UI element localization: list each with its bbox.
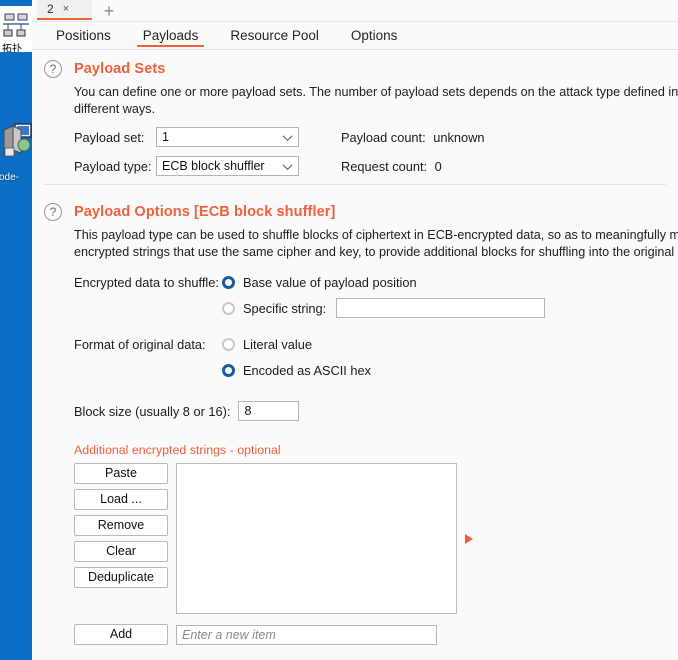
add-button[interactable]: Add [74, 624, 168, 645]
tab-options[interactable]: Options [335, 22, 414, 49]
payload-type-dropdown[interactable]: ECB block shuffler [156, 156, 299, 176]
payload-options-title: Payload Options [ECB block shuffler] [74, 204, 336, 220]
tab-payloads[interactable]: Payloads [127, 22, 215, 49]
payload-options-section: ? Payload Options [ECB block shuffler] T… [32, 193, 678, 653]
payload-type-row: Payload type: ECB block shuffler Request… [74, 156, 678, 176]
payload-sets-title: Payload Sets [74, 61, 166, 77]
payload-set-row: Payload set: 1 Payload count: unknown [74, 127, 678, 147]
tab-resource-pool[interactable]: Resource Pool [214, 22, 335, 49]
payload-sets-header: ? Payload Sets [32, 60, 678, 78]
radio-base-value-label: Base value of payload position [243, 274, 417, 290]
additional-strings-body: Paste Load ... Remove Clear Deduplicate [74, 463, 678, 614]
radio-literal-value[interactable] [222, 337, 235, 351]
block-size-row: Block size (usually 8 or 16): [74, 401, 678, 421]
additional-strings-buttons: Paste Load ... Remove Clear Deduplicate [74, 463, 168, 593]
add-item-input[interactable] [176, 624, 437, 645]
payload-sets-body: You can define one or more payload sets.… [32, 84, 678, 176]
tab-resource-pool-label: Resource Pool [230, 28, 319, 43]
expand-arrow-container [465, 463, 473, 614]
deduplicate-button[interactable]: Deduplicate [74, 567, 168, 588]
payload-set-dropdown[interactable]: 1 [156, 127, 299, 147]
add-item-row: Add [74, 624, 678, 645]
remove-button[interactable]: Remove [74, 515, 168, 536]
radio-ascii-hex-label: Encoded as ASCII hex [243, 362, 372, 378]
tab-positions[interactable]: Positions [40, 22, 127, 49]
help-icon[interactable]: ? [44, 60, 62, 78]
help-icon[interactable]: ? [44, 203, 62, 221]
payload-count-value: unknown [433, 129, 485, 145]
payload-type-label: Payload type: [74, 158, 152, 174]
radio-specific-string[interactable] [222, 301, 235, 315]
radio-specific-string-label: Specific string: [243, 300, 327, 316]
new-tab-button[interactable]: + [98, 1, 120, 20]
payload-options-body: This payload type can be used to shuffle… [32, 227, 678, 645]
specific-string-input[interactable] [336, 298, 546, 318]
radio-base-value[interactable] [222, 275, 235, 289]
application-window: 2 × + Positions Payloads Resource Pool O… [32, 0, 678, 660]
additional-strings-title: Additional encrypted strings - optional [74, 443, 281, 457]
radio-ascii-hex[interactable] [222, 363, 235, 377]
payload-sets-section: ? Payload Sets You can define one or mor… [32, 50, 678, 193]
desktop-icon-network-label: 拓扑 [2, 44, 22, 52]
close-icon[interactable]: × [63, 3, 69, 15]
encrypted-data-row-specific: Specific string: [74, 297, 678, 319]
block-size-label: Block size (usually 8 or 16): [74, 403, 231, 419]
desktop-icon-code[interactable]: ode- [0, 120, 32, 190]
request-count-value: 0 [434, 158, 442, 174]
request-count: Request count: 0 [341, 159, 442, 174]
desktop-background: 拓扑 ode- [0, 0, 32, 660]
clear-button[interactable]: Clear [74, 541, 168, 562]
block-size-input[interactable] [238, 401, 300, 421]
payload-options-description-line1: This payload type can be used to shuffle… [74, 228, 678, 242]
attack-tab-2[interactable]: 2 × [37, 0, 92, 20]
radio-literal-value-label: Literal value [243, 336, 313, 352]
encrypted-data-group: Encrypted data to shuffle: Base value of… [74, 271, 678, 319]
additional-strings-list[interactable] [176, 463, 457, 614]
encrypted-data-label: Encrypted data to shuffle: [74, 274, 219, 290]
encrypted-data-row-base: Encrypted data to shuffle: Base value of… [74, 271, 678, 293]
format-group: Format of original data: Literal value E… [74, 333, 678, 381]
request-count-label: Request count: [341, 158, 428, 174]
desktop-icon-code-label: ode- [0, 172, 20, 183]
attack-tab-strip: 2 × + [32, 0, 678, 22]
payload-set-value[interactable]: 1 [156, 127, 299, 147]
payload-count: Payload count: unknown [341, 130, 484, 145]
tab-options-label: Options [350, 28, 398, 43]
format-row-hex: Encoded as ASCII hex [74, 359, 678, 381]
payload-set-label: Payload set: [74, 129, 145, 145]
computer-icon [3, 123, 32, 157]
payload-sets-description-line2: different ways. [74, 102, 155, 116]
desktop-icon-network[interactable]: 拓扑 [0, 6, 32, 52]
tab-positions-label: Positions [56, 28, 111, 43]
payload-count-label: Payload count: [341, 129, 426, 145]
load-button[interactable]: Load ... [74, 489, 168, 510]
payload-sets-description-line1: You can define one or more payload sets.… [74, 85, 678, 99]
payload-options-header: ? Payload Options [ECB block shuffler] [32, 203, 678, 221]
format-row-literal: Format of original data: Literal value [74, 333, 678, 355]
paste-button[interactable]: Paste [74, 463, 168, 484]
tab-bar: Positions Payloads Resource Pool Options [32, 22, 678, 50]
network-topology-icon [3, 13, 29, 37]
payload-type-value[interactable]: ECB block shuffler [156, 156, 299, 176]
tab-payloads-label: Payloads [142, 28, 199, 43]
play-triangle-icon[interactable] [465, 533, 473, 544]
screen: 拓扑 ode- 2 × + Positions Payloads Resourc… [0, 0, 678, 660]
format-label: Format of original data: [74, 336, 206, 352]
payload-options-description-line2: encrypted strings that use the same ciph… [74, 245, 678, 259]
section-divider [44, 184, 666, 185]
attack-tab-label: 2 [47, 2, 54, 16]
